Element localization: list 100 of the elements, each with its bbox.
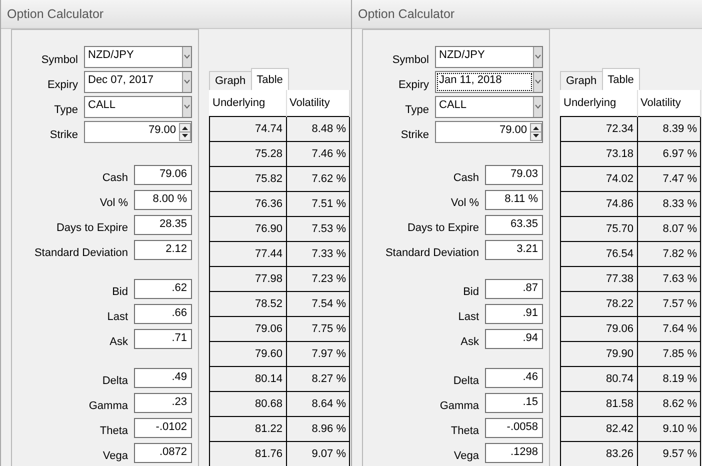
value-field[interactable]: 63.35 <box>485 215 543 235</box>
field-label: Standard Deviation <box>384 246 480 258</box>
table-cell: 7.85 % <box>637 342 700 366</box>
field-label: Days to Expire <box>406 220 480 234</box>
value-field[interactable]: 8.11 % <box>485 190 543 210</box>
tab[interactable]: Table <box>250 68 289 90</box>
dropdown-field[interactable]: Jan 11, 2018 <box>435 71 543 93</box>
value-field[interactable]: -.0102 <box>134 418 192 438</box>
table-cell: 8.33 % <box>637 192 700 216</box>
table-cell: 7.97 % <box>286 342 350 366</box>
table-cell: 8.62 % <box>637 392 700 416</box>
value-field[interactable]: 8.00 % <box>134 190 192 210</box>
table-cell: 7.57 % <box>637 292 700 316</box>
table-cell: 80.68 <box>210 392 286 416</box>
table-cell: 81.76 <box>210 442 286 466</box>
value-field[interactable]: .71 <box>134 329 192 349</box>
table-cell: 75.70 <box>560 216 637 242</box>
value-field[interactable]: 3.21 <box>485 240 543 260</box>
table-cell: 74.02 <box>560 166 637 192</box>
column-header: Underlying <box>210 90 286 116</box>
field-label: Gamma <box>88 398 129 412</box>
field-label: Expiry <box>46 78 79 91</box>
table-cell: 72.34 <box>560 116 637 142</box>
table-cell: 83.26 <box>560 442 637 466</box>
table-cell: 7.54 % <box>286 292 350 316</box>
dropdown-field[interactable]: Dec 07, 2017 <box>84 71 192 93</box>
value-field[interactable]: .15 <box>485 393 543 413</box>
table-cell: 7.51 % <box>286 192 350 216</box>
field-label: Theta <box>98 424 129 436</box>
value-field[interactable]: .49 <box>134 368 192 388</box>
value-field[interactable]: 28.35 <box>134 215 192 235</box>
table-cell: 9.07 % <box>286 442 350 466</box>
spinner-arrows-icon[interactable] <box>530 122 542 142</box>
window-title: Option Calculator <box>1 0 351 29</box>
field-label: Ask <box>460 334 480 348</box>
spinner-field[interactable]: 79.00 <box>435 121 543 143</box>
table-cell: 8.48 % <box>286 116 350 142</box>
value-field[interactable]: .87 <box>485 279 543 299</box>
table-cell: 79.90 <box>560 342 637 366</box>
table-cell: 9.57 % <box>637 442 700 466</box>
value-field[interactable]: 79.03 <box>485 165 543 185</box>
table-cell: 8.96 % <box>286 416 350 442</box>
table-cell: 76.36 <box>210 192 286 216</box>
value-field[interactable]: -.0058 <box>485 418 543 438</box>
field-label: Cash <box>452 170 480 184</box>
table-cell: 75.82 <box>210 166 286 192</box>
value-field[interactable]: .1298 <box>485 443 543 463</box>
table-cell: 7.82 % <box>637 242 700 266</box>
value-field[interactable]: 2.12 <box>134 240 192 260</box>
table-cell: 78.22 <box>560 292 637 316</box>
table-cell: 8.39 % <box>637 116 700 142</box>
table-cell: 7.62 % <box>286 166 350 192</box>
dropdown-field[interactable]: CALL <box>84 96 192 118</box>
table-cell: 80.14 <box>210 366 286 392</box>
table-cell: 81.22 <box>210 416 286 442</box>
table-cell: 7.47 % <box>637 166 700 192</box>
value-field[interactable]: .0872 <box>134 443 192 463</box>
value-field[interactable]: .94 <box>485 329 543 349</box>
field-label: Vol % <box>450 196 480 208</box>
field-label: Type <box>404 103 430 116</box>
field-label: Theta <box>450 424 480 436</box>
field-label: Standard Deviation <box>33 246 129 258</box>
field-label: Ask <box>108 334 129 348</box>
table-cell: 79.06 <box>210 316 286 342</box>
table-cell: 8.64 % <box>286 392 350 416</box>
field-label: Last <box>457 310 480 322</box>
table-cell: 74.74 <box>210 116 286 142</box>
field-label: Symbol <box>391 53 430 66</box>
column-header: Volatility <box>286 90 350 116</box>
tab[interactable]: Graph <box>560 71 603 90</box>
field-label: Type <box>53 103 79 116</box>
dropdown-field[interactable]: NZD/JPY <box>84 46 192 68</box>
table-cell: 8.07 % <box>637 216 700 242</box>
tab[interactable]: Graph <box>209 71 252 90</box>
spinner-arrows-icon[interactable] <box>179 122 191 142</box>
field-label: Vega <box>102 448 129 462</box>
tab[interactable]: Table <box>602 68 640 90</box>
table-cell: 76.54 <box>560 242 637 266</box>
value-field[interactable]: .46 <box>485 368 543 388</box>
spinner-field[interactable]: 79.00 <box>84 121 192 143</box>
table-cell: 7.46 % <box>286 142 350 166</box>
field-label: Expiry <box>397 78 430 91</box>
value-field[interactable]: .23 <box>134 393 192 413</box>
table-cell: 74.86 <box>560 192 637 216</box>
table-cell: 77.38 <box>560 266 637 292</box>
value-field[interactable]: 79.06 <box>134 165 192 185</box>
column-header: Underlying <box>560 90 637 116</box>
field-label: Vega <box>452 448 480 462</box>
value-field[interactable]: .66 <box>134 304 192 324</box>
value-field[interactable]: .91 <box>485 304 543 324</box>
table-cell: 77.44 <box>210 242 286 266</box>
field-label: Cash <box>101 170 129 184</box>
table-cell: 6.97 % <box>637 142 700 166</box>
table-cell: 78.52 <box>210 292 286 316</box>
value-field[interactable]: .62 <box>134 279 192 299</box>
dropdown-field[interactable]: NZD/JPY <box>435 46 543 68</box>
table-cell: 8.27 % <box>286 366 350 392</box>
field-label: Bid <box>462 284 480 298</box>
dropdown-field[interactable]: CALL <box>435 96 543 118</box>
table-cell: 77.98 <box>210 266 286 292</box>
